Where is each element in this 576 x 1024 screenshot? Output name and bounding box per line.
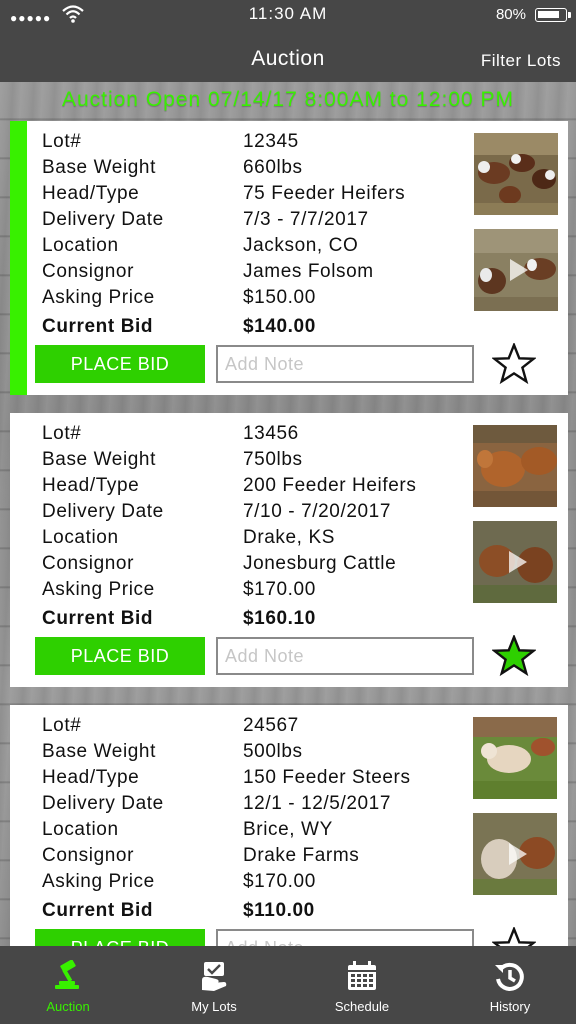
battery-percent: 80% — [495, 6, 526, 23]
location-value: Brice, WY — [243, 819, 333, 840]
battery-icon — [535, 8, 571, 22]
current-bid-value: $140.00 — [243, 316, 316, 337]
location-value: Jackson, CO — [243, 235, 359, 256]
play-icon — [509, 551, 527, 573]
lot-card[interactable]: Lot# 13456 Base Weight 750lbs Head/Type … — [10, 413, 568, 687]
lot-photo[interactable] — [473, 717, 557, 799]
asking-price-value: $170.00 — [243, 871, 316, 892]
lot-video[interactable] — [474, 229, 558, 311]
lot-photo[interactable] — [473, 425, 557, 507]
head-type-value: 200 Feeder Heifers — [243, 475, 417, 496]
head-type-value: 150 Feeder Steers — [243, 767, 411, 788]
tab-history[interactable]: History — [438, 946, 576, 1024]
gavel-icon — [55, 960, 79, 989]
asking-price-label: Asking Price — [42, 871, 155, 892]
current-bid-value: $110.00 — [243, 900, 315, 921]
consignor-label: Consignor — [42, 261, 135, 282]
base-weight-value: 500lbs — [243, 741, 303, 762]
asking-price-value: $150.00 — [243, 287, 316, 308]
tab-bar: Auction My Lots Schedule History — [0, 946, 576, 1024]
lot-label: Lot# — [42, 715, 82, 736]
tab-label: Auction — [46, 999, 90, 1014]
base-weight-label: Base Weight — [42, 449, 156, 470]
asking-price-label: Asking Price — [42, 579, 155, 600]
tab-label: Schedule — [334, 999, 390, 1014]
lot-label: Lot# — [42, 423, 82, 444]
nav-bar: Auction Filter Lots — [0, 32, 576, 82]
history-icon — [495, 962, 524, 991]
lot-card[interactable]: Lot# 24567 Base Weight 500lbs Head/Type … — [10, 705, 568, 979]
location-value: Drake, KS — [243, 527, 335, 548]
base-weight-value: 750lbs — [243, 449, 303, 470]
location-label: Location — [42, 527, 119, 548]
favorite-star-icon[interactable] — [492, 343, 536, 385]
lot-photo[interactable] — [474, 133, 558, 215]
filter-lots-button[interactable]: Filter Lots — [481, 51, 561, 71]
lot-label: Lot# — [42, 131, 82, 152]
lot-number: 24567 — [243, 715, 299, 736]
add-note-input[interactable] — [216, 345, 474, 383]
delivery-date-label: Delivery Date — [42, 501, 164, 522]
status-bar: ●●●●● 11:30 AM 80% — [0, 0, 576, 32]
auction-status-banner: Auction Open 07/14/17 8:00AM to 12:00 PM — [61, 88, 515, 111]
tab-schedule[interactable]: Schedule — [290, 946, 434, 1024]
calendar-icon — [348, 961, 376, 990]
location-label: Location — [42, 819, 119, 840]
place-bid-button[interactable]: PLACE BID — [35, 637, 205, 675]
base-weight-value: 660lbs — [243, 157, 303, 178]
favorite-star-icon[interactable] — [492, 635, 536, 677]
add-note-input[interactable] — [216, 637, 474, 675]
play-icon — [509, 843, 527, 865]
lot-video[interactable] — [473, 521, 557, 603]
consignor-label: Consignor — [42, 553, 135, 574]
delivery-date-value: 7/10 - 7/20/2017 — [243, 501, 391, 522]
tab-my-lots[interactable]: My Lots — [142, 946, 286, 1024]
status-time: 11:30 AM — [248, 4, 328, 23]
consignor-value: Jonesburg Cattle — [243, 553, 397, 574]
lot-video[interactable] — [473, 813, 557, 895]
head-type-label: Head/Type — [42, 475, 140, 496]
delivery-date-label: Delivery Date — [42, 793, 164, 814]
my-lots-icon — [202, 962, 227, 991]
base-weight-label: Base Weight — [42, 741, 156, 762]
play-icon — [510, 259, 528, 281]
current-bid-value: $160.10 — [243, 608, 316, 629]
tab-label: My Lots — [191, 999, 237, 1014]
consignor-value: James Folsom — [243, 261, 374, 282]
delivery-date-label: Delivery Date — [42, 209, 164, 230]
consignor-value: Drake Farms — [243, 845, 360, 866]
asking-price-label: Asking Price — [42, 287, 155, 308]
place-bid-button[interactable]: PLACE BID — [35, 345, 205, 383]
delivery-date-value: 12/1 - 12/5/2017 — [243, 793, 391, 814]
head-type-label: Head/Type — [42, 183, 140, 204]
delivery-date-value: 7/3 - 7/7/2017 — [243, 209, 369, 230]
consignor-label: Consignor — [42, 845, 135, 866]
lot-number: 12345 — [243, 131, 299, 152]
lot-card[interactable]: Lot# 12345 Base Weight 660lbs Head/Type … — [10, 121, 568, 395]
asking-price-value: $170.00 — [243, 579, 316, 600]
location-label: Location — [42, 235, 119, 256]
base-weight-label: Base Weight — [42, 157, 156, 178]
current-bid-label: Current Bid — [42, 608, 154, 629]
current-bid-label: Current Bid — [42, 316, 154, 337]
tab-label: History — [489, 999, 531, 1014]
head-type-value: 75 Feeder Heifers — [243, 183, 406, 204]
head-type-label: Head/Type — [42, 767, 140, 788]
tab-auction[interactable]: Auction — [0, 946, 140, 1024]
current-bid-label: Current Bid — [42, 900, 154, 921]
lot-number: 13456 — [243, 423, 299, 444]
